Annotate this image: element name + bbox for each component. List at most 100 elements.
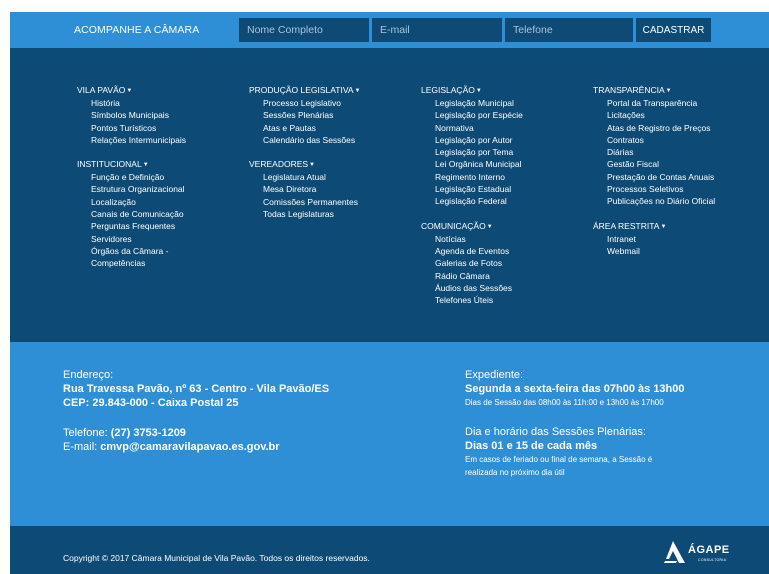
menu-link[interactable]: Órgãos da Câmara - xyxy=(91,246,168,256)
email-label: E-mail: xyxy=(63,441,101,453)
menu-link[interactable]: Localização xyxy=(91,197,136,207)
address-block: Endereço: Rua Travessa Pavão, nº 63 - Ce… xyxy=(63,368,423,454)
menu-item: Diárias xyxy=(607,146,769,158)
caret-down-icon: ▼ xyxy=(126,88,133,94)
menu-item: Servidores xyxy=(91,233,257,245)
menu-group-title[interactable]: VEREADORES▼ xyxy=(249,158,429,171)
sessions-note-2: realizada no próximo dia útil xyxy=(465,468,565,477)
email-value[interactable]: cmvp@camaravilapavao.es.gov.br xyxy=(100,441,279,453)
menu-link[interactable]: Webmail xyxy=(607,246,640,256)
menu-link[interactable]: Telefones Úteis xyxy=(435,295,493,305)
menu-link[interactable]: Atas e Pautas xyxy=(263,123,316,133)
menu-link[interactable]: Diárias xyxy=(607,147,633,157)
menu-link[interactable]: Notícias xyxy=(435,234,466,244)
menu-link[interactable]: Estrutura Organizacional xyxy=(91,184,185,194)
menu-column-1: VILA PAVÃO▼ História Símbolos Municipais Po… xyxy=(77,84,257,282)
menu-link[interactable]: Todas Legislaturas xyxy=(263,209,334,219)
menu-link[interactable]: Mesa Diretora xyxy=(263,184,316,194)
menu-item: Todas Legislaturas xyxy=(263,208,429,220)
menu-link[interactable]: Legislação por Autor xyxy=(435,135,513,145)
caret-down-icon: ▼ xyxy=(665,88,672,94)
menu-item: Normativa xyxy=(435,122,601,134)
name-input[interactable] xyxy=(239,18,369,42)
menu-link[interactable]: Portal da Transparência xyxy=(607,98,697,108)
menu-group: COMUNICAÇÃO▼ Notícias Agenda de Eventos Gal… xyxy=(421,220,601,307)
menu-link[interactable]: Licitações xyxy=(607,110,645,120)
menu-link[interactable]: Prestação de Contas Anuais xyxy=(607,172,714,182)
menu-link[interactable]: Atas de Registro de Preços xyxy=(607,123,710,133)
menu-item: Rádio Câmara xyxy=(435,270,601,282)
menu-link[interactable]: Comissões Permanentes xyxy=(263,197,358,207)
menu-link[interactable]: História xyxy=(91,98,120,108)
menu-item: Prestação de Contas Anuais xyxy=(607,171,769,183)
menu-item: Legislação Federal xyxy=(435,195,601,207)
menu-list: Notícias Agenda de Eventos Galerias de Fot… xyxy=(421,233,601,307)
menu-link[interactable]: Pontos Turísticos xyxy=(91,123,156,133)
menu-group-title[interactable]: TRANSPARÊNCIA▼ xyxy=(593,84,769,97)
menu-item: Regimento Interno xyxy=(435,171,601,183)
menu-link[interactable]: Servidores xyxy=(91,234,132,244)
email-line: E-mail: cmvp@camaravilapavao.es.gov.br xyxy=(63,440,423,454)
menu-item: Licitações xyxy=(607,109,769,121)
menu-link[interactable]: Legislação Federal xyxy=(435,196,507,206)
menu-link[interactable]: Galerias de Fotos xyxy=(435,258,502,268)
menu-link[interactable]: Legislação Estadual xyxy=(435,184,511,194)
agape-logo-name: ÁGAPE xyxy=(688,544,730,556)
menu-link[interactable]: Agenda de Eventos xyxy=(435,246,509,256)
menu-item: Legislação por Espécie xyxy=(435,109,601,121)
address-label: Endereço: xyxy=(63,369,114,381)
menu-link[interactable]: Lei Orgânica Municipal xyxy=(435,159,521,169)
menu-link[interactable]: Competências xyxy=(91,258,145,268)
menu-link[interactable]: Legislação por Tema xyxy=(435,147,513,157)
menu-link[interactable]: Processos Seletivos xyxy=(607,184,684,194)
menu-link[interactable]: Perguntas Frequentes xyxy=(91,221,175,231)
sessions-note-1: Em casos de feriado ou final de semana, … xyxy=(465,455,653,464)
menu-link[interactable]: Legislação por Espécie xyxy=(435,110,523,120)
menu-link[interactable]: Símbolos Municipais xyxy=(91,110,169,120)
phone-input[interactable] xyxy=(505,18,633,42)
menu-list: Função e Definição Estrutura Organizacion… xyxy=(77,171,257,269)
phone-line: Telefone: (27) 3753-1209 xyxy=(63,426,423,440)
menu-link[interactable]: Legislatura Atual xyxy=(263,172,326,182)
menu-link[interactable]: Canais de Comunicação xyxy=(91,209,184,219)
register-button[interactable]: CADASTRAR xyxy=(636,18,711,42)
menu-group-title[interactable]: ÁREA RESTRITA▼ xyxy=(593,220,769,233)
menu-group-title[interactable]: LEGISLAÇÃO▼ xyxy=(421,84,601,97)
menu-group-title[interactable]: VILA PAVÃO▼ xyxy=(77,84,257,97)
menu-item: Mesa Diretora xyxy=(263,183,429,195)
menu-link[interactable]: Contratos xyxy=(607,135,644,145)
newsletter-title: ACOMPANHE A CÂMARA xyxy=(74,24,200,36)
menu-item: Notícias xyxy=(435,233,601,245)
contact-info: Endereço: Rua Travessa Pavão, nº 63 - Ce… xyxy=(10,342,769,526)
menu-group-title[interactable]: PRODUÇÃO LEGISLATIVA▼ xyxy=(249,84,429,97)
caret-down-icon: ▼ xyxy=(309,162,315,169)
caret-down-icon: ▼ xyxy=(486,223,493,230)
menu-link[interactable]: Legislação Municipal xyxy=(435,98,514,108)
menu-link[interactable]: Normativa xyxy=(435,123,474,133)
menu-group: INSTITUCIONAL▼ Função e Definição Estrutur… xyxy=(77,158,257,269)
menu-link[interactable]: Regimento Interno xyxy=(435,172,505,182)
menu-link[interactable]: Gestão Fiscal xyxy=(607,159,659,169)
address-line-2: CEP: 29.843-000 - Caixa Postal 25 xyxy=(63,397,239,409)
menu-item: História xyxy=(91,97,257,109)
agape-logo-icon xyxy=(664,541,685,563)
menu-group: VILA PAVÃO▼ História Símbolos Municipais Po… xyxy=(77,84,257,146)
menu-group-title[interactable]: COMUNICAÇÃO▼ xyxy=(421,220,601,233)
menu-link[interactable]: Processo Legislativo xyxy=(263,98,341,108)
menu-link[interactable]: Calendário das Sessões xyxy=(263,135,355,145)
email-input[interactable] xyxy=(372,18,502,42)
menu-link[interactable]: Áudios das Sessões xyxy=(435,283,512,293)
menu-link[interactable]: Intranet xyxy=(607,234,636,244)
menu-group: ÁREA RESTRITA▼ Intranet Webmail xyxy=(593,220,769,258)
menu-item: Estrutura Organizacional xyxy=(91,183,257,195)
agape-logo[interactable]: ÁGAPE CONSULTORIA xyxy=(660,539,730,565)
menu-item: Competências xyxy=(91,257,257,269)
menu-item: Intranet xyxy=(607,233,769,245)
menu-link[interactable]: Publicações no Diário Oficial xyxy=(607,196,715,206)
menu-link[interactable]: Rádio Câmara xyxy=(435,271,490,281)
menu-link[interactable]: Função e Definição xyxy=(91,172,164,182)
menu-group-title[interactable]: INSTITUCIONAL▼ xyxy=(77,158,257,171)
menu-link[interactable]: Sessões Plenárias xyxy=(263,110,333,120)
menu-item: Pontos Turísticos xyxy=(91,122,257,134)
menu-link[interactable]: Relações Intermunicipais xyxy=(91,135,186,145)
